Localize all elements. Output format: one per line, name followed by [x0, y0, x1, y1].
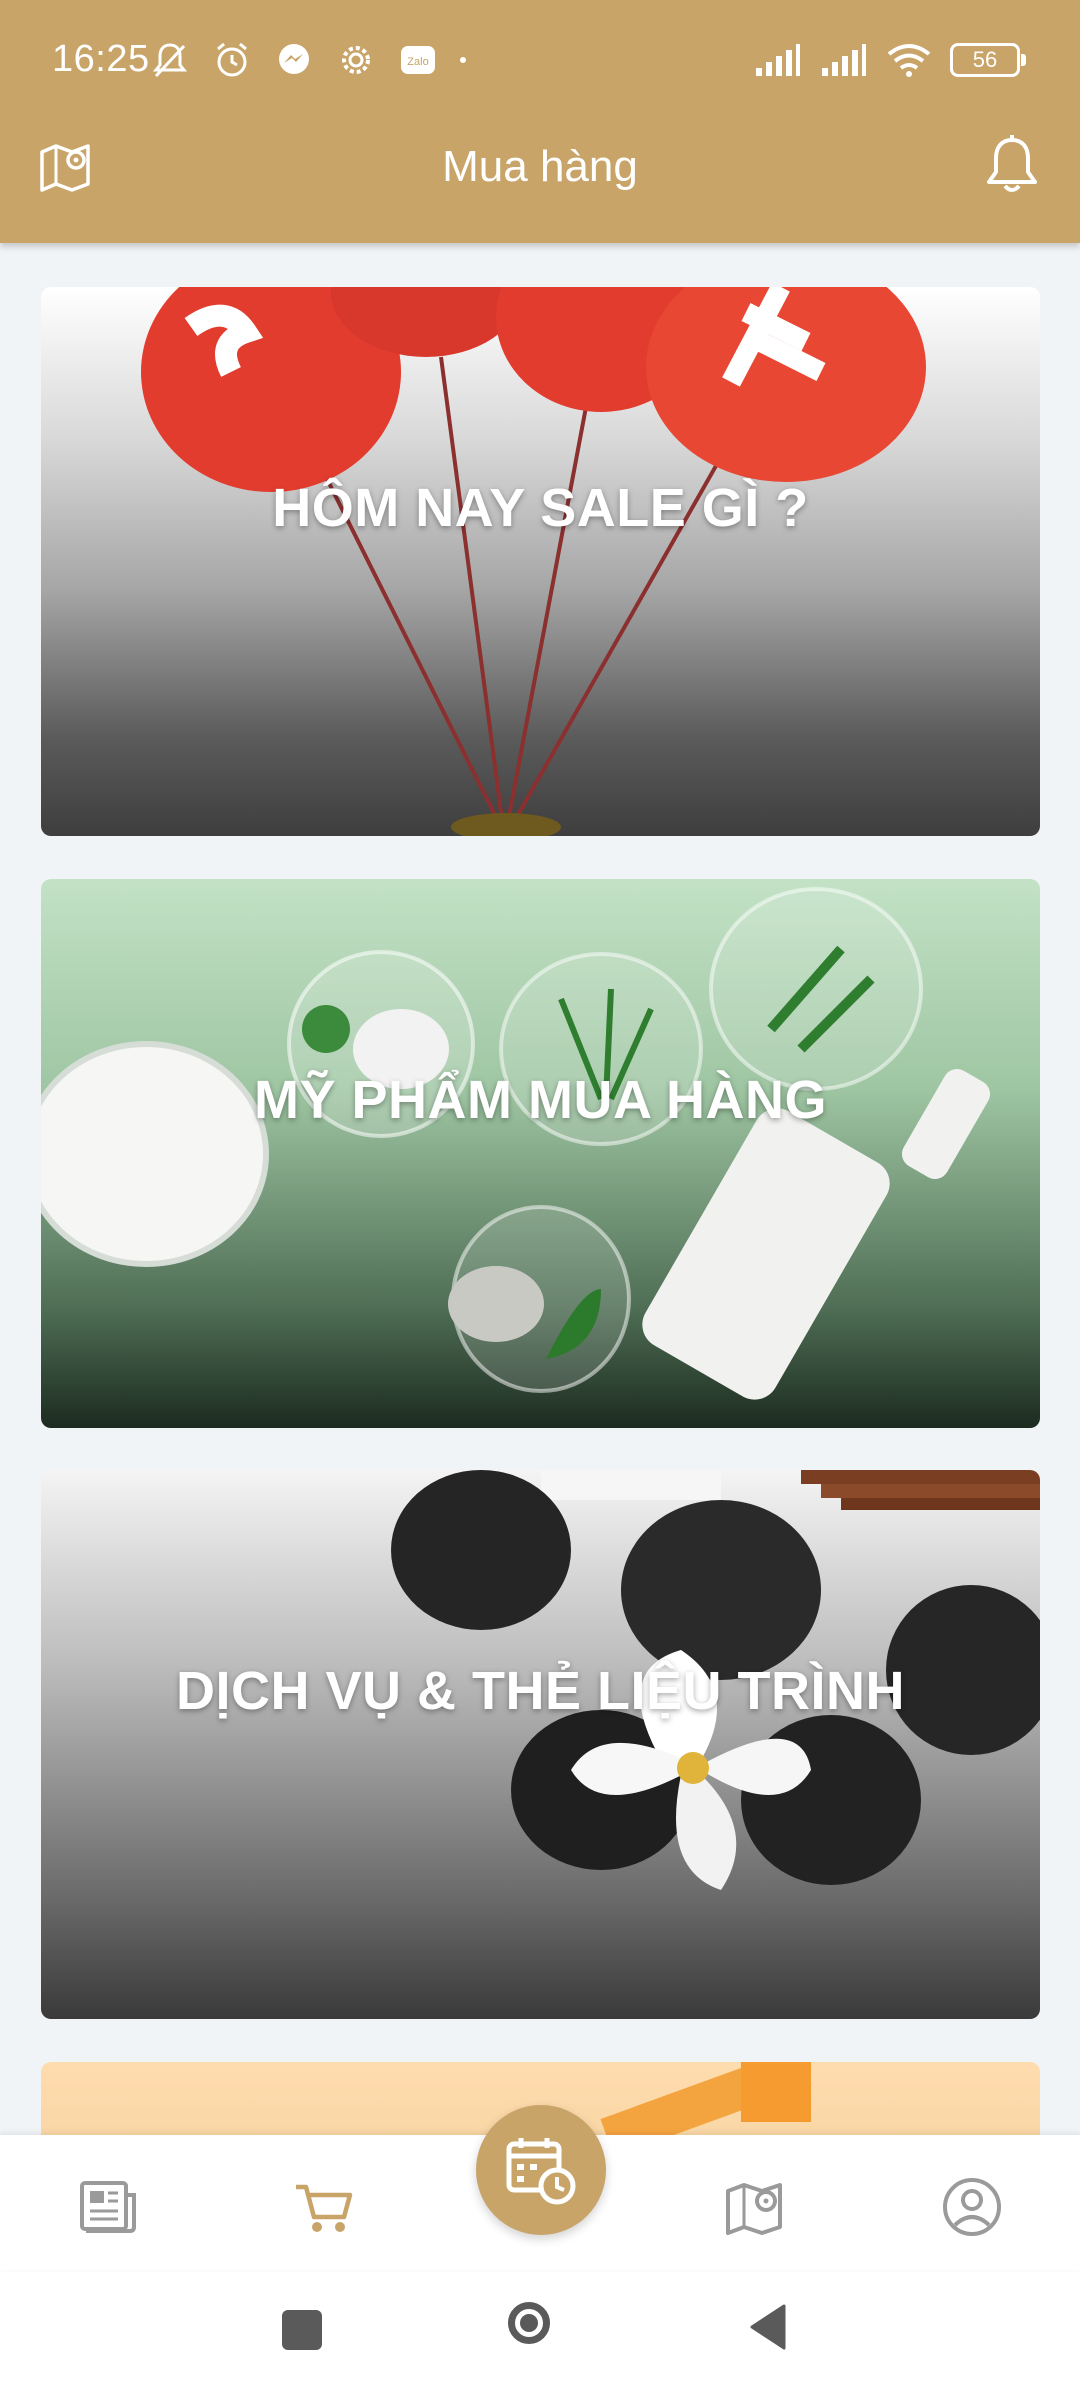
back-button[interactable]: [748, 2304, 788, 2350]
card-title: MỸ PHẨM MUA HÀNG: [254, 1070, 827, 1130]
user-icon[interactable]: [940, 2175, 1004, 2239]
sale-card[interactable]: HÔM NAY SALE GÌ ?: [41, 287, 1040, 836]
cart-icon[interactable]: [292, 2175, 356, 2239]
mute-icon: [152, 43, 188, 78]
app-header: 16:25 Zalo 56 Mua hàng: [0, 0, 1080, 243]
card-title: DỊCH VỤ & THẺ LIỆU TRÌNH: [175, 1661, 905, 1721]
recent-apps-button[interactable]: [282, 2310, 322, 2350]
svg-text:Zalo: Zalo: [407, 56, 428, 68]
signal-icon: [822, 44, 866, 76]
page-title: Mua hàng: [442, 142, 638, 191]
services-card[interactable]: DỊCH VỤ & THẺ LIỆU TRÌNH: [41, 1470, 1040, 2019]
cosmetics-card[interactable]: MỸ PHẨM MUA HÀNG: [41, 879, 1040, 1428]
signal-icon: [756, 44, 800, 76]
system-navigation: [0, 2270, 1080, 2400]
calendar-clock-icon: [506, 2138, 576, 2205]
status-icons-right: 56: [754, 38, 1026, 82]
home-dot: [520, 2314, 538, 2332]
spa-stones-image: [391, 1470, 1040, 1890]
status-icons-left: Zalo: [150, 38, 466, 82]
status-time: 16:25: [52, 38, 150, 80]
alarm-icon: [217, 42, 247, 77]
booking-button[interactable]: [476, 2105, 606, 2235]
cosmetics-image: [41, 887, 991, 1400]
bell-icon[interactable]: [982, 134, 1042, 198]
balloons-image: [141, 287, 926, 836]
dot-icon: [460, 57, 466, 63]
battery-icon: 56: [950, 43, 1026, 77]
zalo-icon: Zalo: [401, 46, 435, 74]
map-pin-icon[interactable]: [724, 2175, 788, 2239]
status-bar: 16:25 Zalo 56: [0, 0, 1080, 120]
home-button[interactable]: [508, 2302, 550, 2344]
settings-icon: [342, 46, 370, 74]
app-bar: Mua hàng: [0, 120, 1080, 243]
bottom-navigation: [0, 2105, 1080, 2270]
newspaper-icon[interactable]: [76, 2175, 140, 2239]
messenger-icon: [279, 44, 309, 74]
wifi-icon: [887, 44, 931, 77]
card-title: HÔM NAY SALE GÌ ?: [272, 478, 809, 538]
